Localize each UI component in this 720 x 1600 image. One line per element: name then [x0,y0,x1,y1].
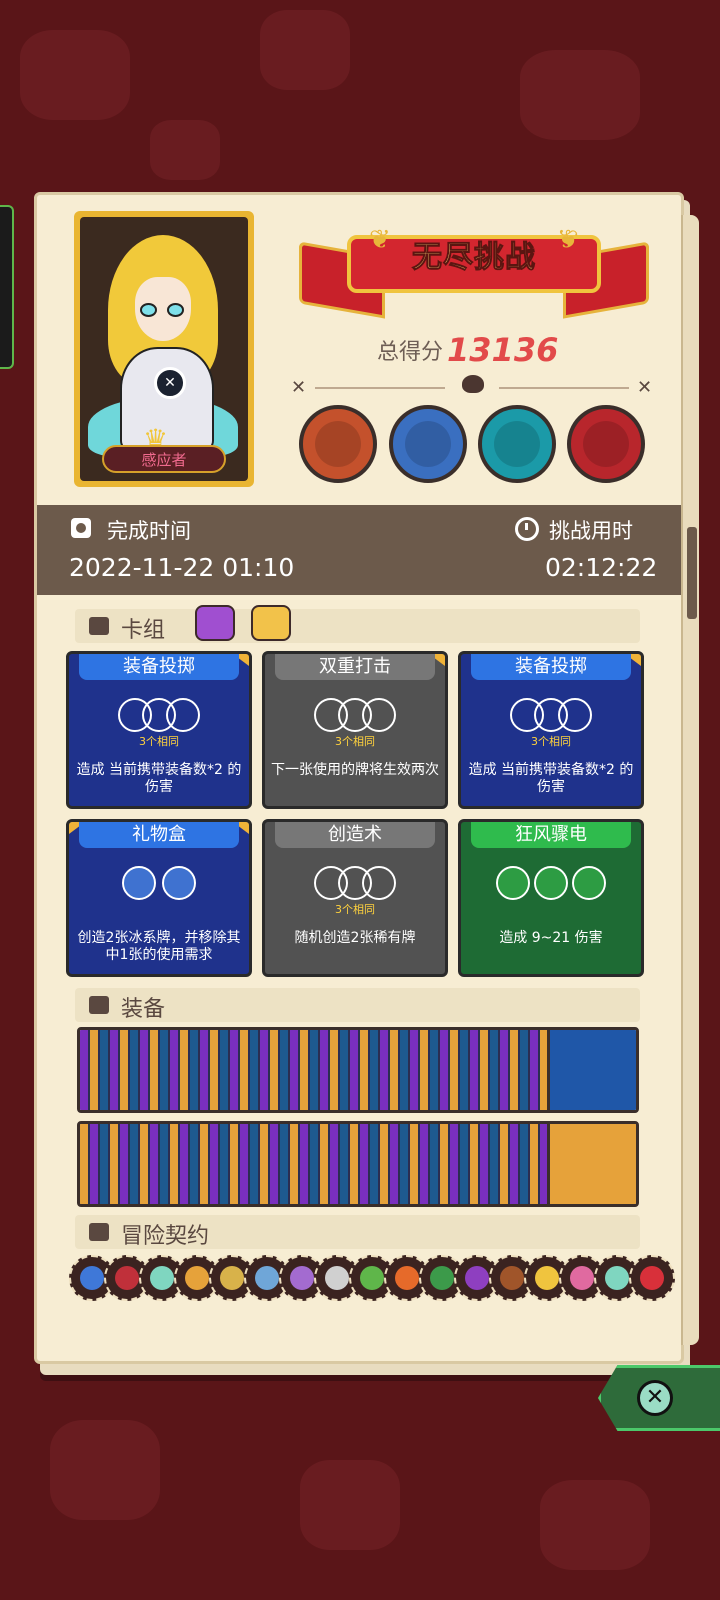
person-icon [89,1223,109,1241]
card-orbs [265,698,445,738]
divider-ornament-icon: ✕ [637,377,653,398]
card-orbs [461,866,641,906]
equipment-row-1[interactable] [77,1027,639,1113]
total-score: 总得分 13136 [377,331,558,369]
card-same-label: 3个相同 [335,735,375,748]
hero-eye [167,303,184,317]
green-orb-icon [534,866,568,900]
title-ribbon: ❦ ❦ 无尽挑战 [299,221,649,319]
hero-art: ✕ ♛ 感应者 [80,217,248,481]
film-icon [71,518,91,538]
ice-orb-icon [162,866,196,900]
orb-icon [166,698,200,732]
bg-shape [300,1460,400,1550]
hero-portrait[interactable]: ✕ ♛ 感应者 [74,211,254,487]
duration-value: 02:12:22 [545,553,658,582]
skull-icon [462,375,484,393]
duration-label: 挑战用时 [549,519,633,543]
divider [315,387,445,389]
stopwatch-icon [515,517,539,541]
contracts-label: 冒险契约 [121,1224,210,1249]
info-band: 完成时间 2022-11-22 01:10 挑战用时 02:12:22 [37,505,681,595]
card-4[interactable]: 礼物盒 创造2张冰系牌，并移除其中1张的使用需求 [66,819,252,977]
side-tab[interactable] [0,205,14,369]
result-panel: ✕ ♛ 感应者 ❦ ❦ 无尽挑战 总得分 13136 ✕ ✕ 完成时间 2022-… [34,192,699,1364]
hero-role-label: 感应者 [102,445,226,473]
finish-time-value: 2022-11-22 01:10 [69,553,295,582]
ice-orb-icon [122,866,156,900]
finish-time-label: 完成时间 [107,519,191,543]
score-value: 13136 [447,331,559,369]
equipment-header: 装备 [75,988,640,1022]
heart-trinket-icon[interactable] [629,1255,675,1301]
page-title: 无尽挑战 [412,240,536,276]
card-same-label: 3个相同 [335,903,375,916]
panel-edge [681,215,699,1345]
close-icon: ✕ [637,1380,673,1416]
boss-portrait-2[interactable] [389,405,467,483]
fire-equipment-icon[interactable] [547,1124,636,1204]
deck-type-badge-icon[interactable] [195,605,235,641]
crown-equipment-icon[interactable] [547,1030,636,1110]
card-3[interactable]: 装备投掷 3个相同 造成 当前携带装备数*2 的伤害 [458,651,644,809]
card-5[interactable]: 创造术 3个相同 随机创造2张稀有牌 [262,819,448,977]
card-desc: 造成 当前携带装备数*2 的伤害 [468,762,634,795]
card-orbs [69,698,249,738]
equipment-row-2[interactable] [77,1121,639,1207]
green-orb-icon [572,866,606,900]
divider-ornament-icon: ✕ [291,377,307,398]
close-button[interactable]: ✕ [598,1365,720,1431]
orb-icon [558,698,592,732]
card-orbs [69,866,249,906]
cube-icon [89,996,109,1014]
equipment-stripes [80,1030,550,1110]
orb-icon [362,866,396,900]
card-desc: 创造2张冰系牌，并移除其中1张的使用需求 [77,930,241,963]
card-orbs [461,698,641,738]
contracts-header: 冒险契约 [75,1215,640,1249]
card-orbs [265,866,445,906]
antler-icon: ❦ [369,225,391,255]
card-same-label: 3个相同 [531,735,571,748]
x-emblem-icon: ✕ [154,367,186,399]
contract-trinkets [69,1255,675,1303]
card-1[interactable]: 装备投掷 3个相同 造成 当前携带装备数*2 的伤害 [66,651,252,809]
orb-icon [362,698,396,732]
card-desc: 下一张使用的牌将生效两次 [271,762,439,778]
card-title: 双重打击 [275,654,435,680]
card-title: 装备投掷 [79,654,239,680]
boss-portrait-3[interactable] [478,405,556,483]
card-desc: 随机创造2张稀有牌 [294,930,416,946]
card-2[interactable]: 双重打击 3个相同 下一张使用的牌将生效两次 [262,651,448,809]
score-label: 总得分 [377,340,444,365]
card-desc: 造成 当前携带装备数*2 的伤害 [76,762,242,795]
antler-icon: ❦ [557,225,579,255]
bg-shape [520,50,640,140]
hero-eye [140,303,157,317]
cards-icon [89,617,109,635]
card-title: 礼物盒 [79,822,239,848]
bg-shape [20,30,130,120]
boss-portrait-4[interactable] [567,405,645,483]
deck-label: 卡组 [121,618,166,643]
deck-header: 卡组 [75,609,640,643]
divider [499,387,629,389]
panel-edge-tab [687,527,697,619]
card-desc: 造成 9~21 伤害 [499,930,603,946]
card-title: 狂风骤电 [471,822,631,848]
card-same-label: 3个相同 [139,735,179,748]
green-orb-icon [496,866,530,900]
bg-shape [540,1480,650,1570]
card-title: 创造术 [275,822,435,848]
bg-shape [50,1420,160,1520]
card-title: 装备投掷 [471,654,631,680]
equipment-label: 装备 [121,997,166,1022]
equipment-stripes [80,1124,550,1204]
boss-portrait-1[interactable] [299,405,377,483]
bg-shape [260,10,350,90]
card-6[interactable]: 狂风骤电 造成 9~21 伤害 [458,819,644,977]
deck-spiral-badge-icon[interactable] [251,605,291,641]
bg-shape [150,120,220,180]
